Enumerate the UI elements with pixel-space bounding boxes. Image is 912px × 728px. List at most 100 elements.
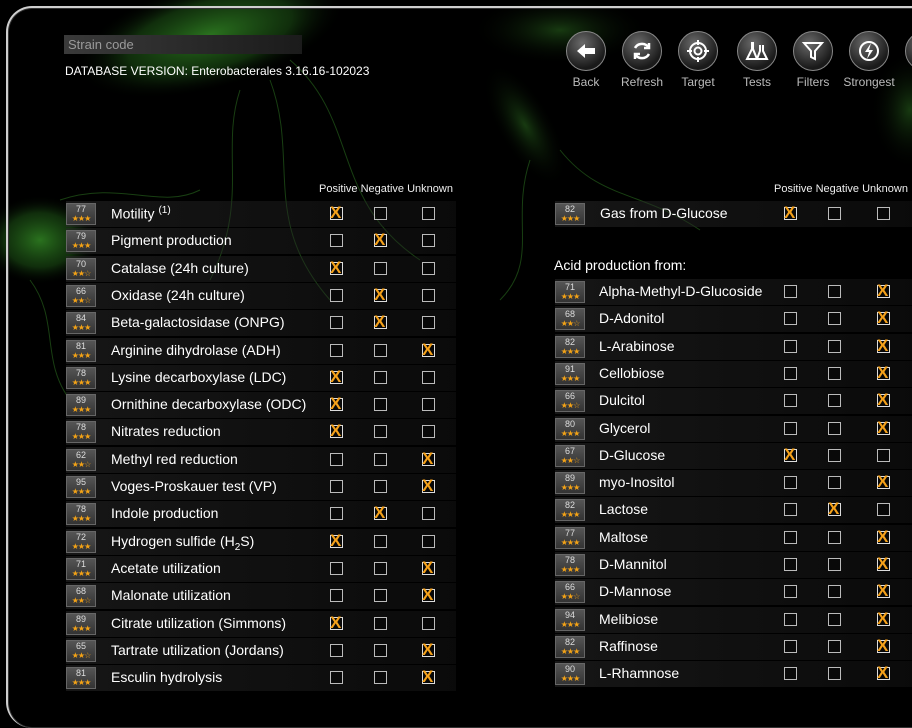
unknown-checkbox[interactable]: X bbox=[877, 282, 890, 300]
negative-checkbox[interactable]: X bbox=[374, 231, 387, 249]
unknown-checkbox[interactable]: X bbox=[877, 391, 890, 409]
unknown-checkbox[interactable]: X bbox=[422, 477, 435, 495]
positive-checkbox[interactable] bbox=[784, 476, 797, 490]
toolbar-tests-button[interactable]: Tests bbox=[727, 31, 787, 89]
negative-checkbox[interactable] bbox=[374, 370, 387, 384]
negative-checkbox[interactable] bbox=[828, 585, 841, 599]
negative-checkbox[interactable] bbox=[828, 366, 841, 380]
negative-checkbox[interactable] bbox=[828, 448, 841, 462]
positive-checkbox[interactable] bbox=[330, 643, 343, 657]
unknown-checkbox[interactable] bbox=[422, 288, 435, 302]
toolbar-refresh-button[interactable]: Refresh bbox=[612, 31, 672, 89]
negative-checkbox[interactable]: X bbox=[828, 500, 841, 518]
negative-checkbox[interactable] bbox=[828, 312, 841, 326]
unknown-checkbox[interactable] bbox=[422, 316, 435, 330]
positive-checkbox[interactable] bbox=[330, 671, 343, 685]
unknown-checkbox[interactable] bbox=[422, 398, 435, 412]
positive-checkbox[interactable]: X bbox=[330, 613, 343, 631]
unknown-checkbox[interactable]: X bbox=[877, 527, 890, 545]
strain-code-input[interactable] bbox=[64, 35, 302, 54]
positive-checkbox[interactable] bbox=[784, 339, 797, 353]
negative-checkbox[interactable] bbox=[374, 261, 387, 275]
negative-checkbox[interactable]: X bbox=[374, 313, 387, 331]
negative-checkbox[interactable] bbox=[828, 421, 841, 435]
positive-checkbox[interactable] bbox=[784, 585, 797, 599]
negative-checkbox[interactable] bbox=[828, 530, 841, 544]
unknown-checkbox[interactable] bbox=[422, 234, 435, 248]
positive-checkbox[interactable]: X bbox=[330, 395, 343, 413]
positive-checkbox[interactable] bbox=[784, 285, 797, 298]
negative-checkbox[interactable] bbox=[374, 616, 387, 630]
unknown-checkbox[interactable] bbox=[422, 425, 435, 439]
positive-checkbox[interactable] bbox=[330, 507, 343, 521]
positive-checkbox[interactable] bbox=[784, 530, 797, 544]
unknown-checkbox[interactable]: X bbox=[877, 664, 890, 682]
positive-checkbox[interactable] bbox=[330, 316, 343, 330]
negative-checkbox[interactable] bbox=[828, 476, 841, 490]
negative-checkbox[interactable] bbox=[828, 667, 841, 681]
unknown-checkbox[interactable]: X bbox=[422, 668, 435, 686]
negative-checkbox[interactable] bbox=[374, 643, 387, 657]
negative-checkbox[interactable] bbox=[828, 558, 841, 571]
unknown-checkbox[interactable]: X bbox=[877, 555, 890, 573]
unknown-checkbox[interactable] bbox=[877, 503, 890, 517]
negative-checkbox[interactable] bbox=[374, 398, 387, 412]
negative-checkbox[interactable] bbox=[374, 480, 387, 493]
unknown-checkbox[interactable] bbox=[422, 370, 435, 384]
unknown-checkbox[interactable]: X bbox=[877, 473, 890, 491]
positive-checkbox[interactable]: X bbox=[330, 531, 343, 549]
negative-checkbox[interactable]: X bbox=[374, 504, 387, 522]
unknown-checkbox[interactable]: X bbox=[877, 363, 890, 381]
toolbar-filters-button[interactable]: Filters bbox=[783, 31, 843, 89]
unknown-checkbox[interactable]: X bbox=[422, 449, 435, 467]
positive-checkbox[interactable] bbox=[784, 312, 797, 326]
unknown-checkbox[interactable] bbox=[422, 616, 435, 630]
positive-checkbox[interactable] bbox=[784, 612, 797, 626]
positive-checkbox[interactable] bbox=[330, 288, 343, 302]
positive-checkbox[interactable]: X bbox=[330, 422, 343, 440]
toolbar-back-button[interactable]: Back bbox=[556, 31, 616, 89]
positive-checkbox[interactable] bbox=[784, 366, 797, 380]
positive-checkbox[interactable] bbox=[784, 639, 797, 653]
unknown-checkbox[interactable]: X bbox=[422, 586, 435, 604]
toolbar-co-button[interactable]: Co bbox=[895, 31, 912, 89]
positive-checkbox[interactable] bbox=[330, 343, 343, 357]
unknown-checkbox[interactable]: X bbox=[877, 336, 890, 354]
positive-checkbox[interactable] bbox=[330, 452, 343, 466]
positive-checkbox[interactable] bbox=[330, 589, 343, 603]
positive-checkbox[interactable]: X bbox=[330, 258, 343, 276]
positive-checkbox[interactable]: X bbox=[784, 445, 797, 463]
negative-checkbox[interactable] bbox=[828, 207, 841, 220]
positive-checkbox[interactable] bbox=[784, 558, 797, 571]
negative-checkbox[interactable] bbox=[374, 425, 387, 439]
negative-checkbox[interactable] bbox=[828, 612, 841, 626]
unknown-checkbox[interactable] bbox=[877, 448, 890, 462]
positive-checkbox[interactable] bbox=[784, 667, 797, 681]
negative-checkbox[interactable] bbox=[374, 452, 387, 466]
unknown-checkbox[interactable] bbox=[422, 261, 435, 275]
unknown-checkbox[interactable] bbox=[422, 507, 435, 521]
unknown-checkbox[interactable]: X bbox=[877, 418, 890, 436]
unknown-checkbox[interactable] bbox=[422, 534, 435, 548]
negative-checkbox[interactable] bbox=[374, 671, 387, 685]
negative-checkbox[interactable] bbox=[828, 285, 841, 298]
negative-checkbox[interactable] bbox=[374, 343, 387, 357]
negative-checkbox[interactable] bbox=[374, 589, 387, 603]
negative-checkbox[interactable] bbox=[374, 207, 387, 220]
toolbar-strongest-button[interactable]: Strongest bbox=[839, 31, 899, 89]
negative-checkbox[interactable] bbox=[374, 561, 387, 575]
positive-checkbox[interactable] bbox=[784, 394, 797, 408]
unknown-checkbox[interactable]: X bbox=[877, 582, 890, 600]
negative-checkbox[interactable] bbox=[828, 639, 841, 653]
unknown-checkbox[interactable] bbox=[877, 207, 890, 220]
positive-checkbox[interactable] bbox=[784, 503, 797, 517]
unknown-checkbox[interactable]: X bbox=[422, 558, 435, 576]
positive-checkbox[interactable]: X bbox=[330, 367, 343, 385]
positive-checkbox[interactable] bbox=[330, 480, 343, 493]
positive-checkbox[interactable] bbox=[330, 561, 343, 575]
unknown-checkbox[interactable]: X bbox=[877, 309, 890, 327]
unknown-checkbox[interactable]: X bbox=[877, 609, 890, 627]
negative-checkbox[interactable] bbox=[828, 394, 841, 408]
unknown-checkbox[interactable]: X bbox=[422, 340, 435, 358]
unknown-checkbox[interactable]: X bbox=[877, 636, 890, 654]
